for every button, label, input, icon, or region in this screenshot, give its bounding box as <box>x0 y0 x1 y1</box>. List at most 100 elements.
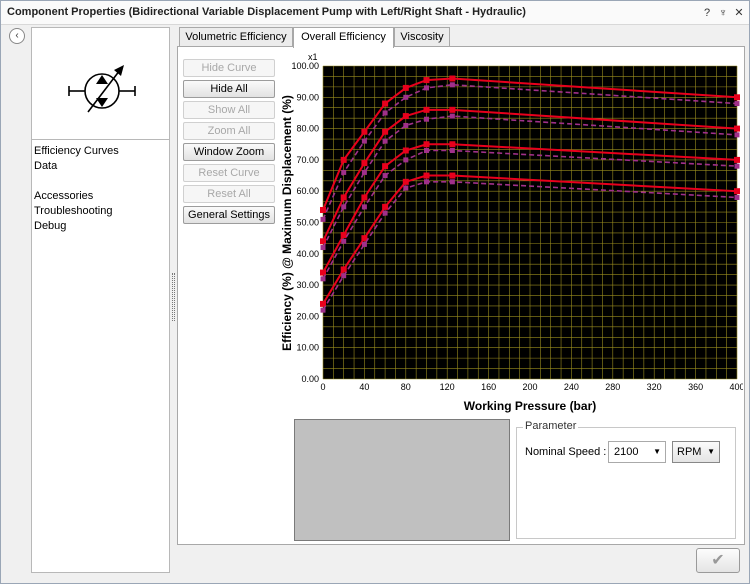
data-point[interactable] <box>424 85 429 91</box>
ok-button[interactable]: ✔ <box>696 548 740 573</box>
collapse-panel-icon[interactable]: ‹ <box>9 28 25 44</box>
data-point[interactable] <box>424 148 429 154</box>
nav-item-debug[interactable]: Debug <box>34 219 119 234</box>
data-point[interactable] <box>382 203 389 210</box>
data-point[interactable] <box>361 194 368 201</box>
data-point[interactable] <box>734 101 740 107</box>
nav-item-efficiency-curves[interactable]: Efficiency Curves <box>34 144 119 159</box>
tab-viscosity[interactable]: Viscosity <box>394 27 450 47</box>
nominal-speed-select[interactable]: 2100 ▼ <box>608 441 666 463</box>
speed-unit-select[interactable]: RPM ▼ <box>672 441 720 463</box>
data-point[interactable] <box>320 307 326 313</box>
y-tick-label: 0.00 <box>301 374 319 384</box>
data-point[interactable] <box>402 178 409 185</box>
data-point[interactable] <box>402 84 409 91</box>
data-point[interactable] <box>423 77 430 84</box>
data-point[interactable] <box>734 194 740 200</box>
chevron-down-icon: ▼ <box>707 447 715 456</box>
data-point[interactable] <box>361 128 368 135</box>
data-point[interactable] <box>341 204 347 210</box>
data-point[interactable] <box>382 173 388 179</box>
data-point[interactable] <box>734 125 740 132</box>
data-point[interactable] <box>361 204 367 210</box>
y-tick-label: 80.00 <box>296 124 319 134</box>
data-point[interactable] <box>734 188 740 195</box>
data-point[interactable] <box>382 163 389 170</box>
chevron-down-icon: ▼ <box>653 447 661 456</box>
efficiency-chart[interactable]: x1 0 40 80 120 160 200 240 280 320 360 400 0.0010.… <box>278 49 743 413</box>
close-icon[interactable]: ✕ <box>731 5 747 21</box>
zoom-all-button[interactable]: Zoom All <box>183 122 275 140</box>
general-settings-button[interactable]: General Settings <box>183 206 275 224</box>
data-point[interactable] <box>449 148 455 154</box>
data-point[interactable] <box>403 94 409 100</box>
nominal-speed-value: 2100 <box>614 446 639 458</box>
data-point[interactable] <box>449 141 456 148</box>
tab-overall-efficiency[interactable]: Overall Efficiency <box>293 27 394 48</box>
data-point[interactable] <box>340 194 347 201</box>
y-axis-label: Efficiency (%) @ Maximum Displacement (%… <box>280 95 294 351</box>
y-tick-label: 50.00 <box>296 218 319 228</box>
data-point[interactable] <box>382 100 389 107</box>
data-point[interactable] <box>734 163 740 169</box>
data-point[interactable] <box>320 206 326 213</box>
data-point[interactable] <box>402 147 409 154</box>
x-tick-label: 80 <box>401 382 411 392</box>
data-point[interactable] <box>320 245 326 251</box>
pin-icon[interactable]: ♆ <box>715 5 731 21</box>
data-point[interactable] <box>423 141 430 148</box>
hide-curve-button[interactable]: Hide Curve <box>183 59 275 77</box>
curve-preview-box <box>294 419 510 541</box>
left-panel: Efficiency Curves Data Accessories Troub… <box>31 27 170 573</box>
data-point[interactable] <box>382 128 389 135</box>
data-point[interactable] <box>341 273 347 279</box>
data-point[interactable] <box>423 106 430 113</box>
data-point[interactable] <box>449 82 455 88</box>
data-point[interactable] <box>382 110 388 116</box>
data-point[interactable] <box>402 113 409 120</box>
data-point[interactable] <box>449 75 456 82</box>
y-tick-label: 60.00 <box>296 186 319 196</box>
nav-item-data[interactable]: Data <box>34 159 119 174</box>
y-tick-label: 10.00 <box>296 343 319 353</box>
x-axis-label: Working Pressure (bar) <box>464 399 596 413</box>
data-point[interactable] <box>734 132 740 138</box>
data-point[interactable] <box>361 169 367 175</box>
data-point[interactable] <box>403 157 409 163</box>
data-point[interactable] <box>424 116 429 122</box>
data-point[interactable] <box>403 185 409 191</box>
data-point[interactable] <box>734 156 740 163</box>
nav-item-troubleshooting[interactable]: Troubleshooting <box>34 204 119 219</box>
data-point[interactable] <box>340 156 347 163</box>
data-point[interactable] <box>734 94 740 101</box>
data-point[interactable] <box>361 241 367 247</box>
reset-all-button[interactable]: Reset All <box>183 185 275 203</box>
data-point[interactable] <box>382 210 388 216</box>
data-point[interactable] <box>424 179 429 185</box>
data-point[interactable] <box>449 172 456 179</box>
tab-volumetric-efficiency[interactable]: Volumetric Efficiency <box>179 27 293 47</box>
title-bar: Component Properties (Bidirectional Vari… <box>1 1 749 25</box>
data-point[interactable] <box>449 106 456 113</box>
panel-splitter[interactable] <box>172 273 175 321</box>
data-point[interactable] <box>341 238 347 244</box>
nav-item-accessories[interactable]: Accessories <box>34 189 119 204</box>
data-point[interactable] <box>423 172 430 179</box>
hide-all-button[interactable]: Hide All <box>183 80 275 98</box>
data-point[interactable] <box>320 216 326 222</box>
data-point[interactable] <box>340 232 347 239</box>
data-point[interactable] <box>361 138 367 144</box>
window-zoom-button[interactable]: Window Zoom <box>183 143 275 161</box>
data-point[interactable] <box>341 169 347 175</box>
data-point[interactable] <box>403 122 409 128</box>
show-all-button[interactable]: Show All <box>183 101 275 119</box>
data-point[interactable] <box>361 160 368 167</box>
data-point[interactable] <box>320 276 326 282</box>
reset-curve-button[interactable]: Reset Curve <box>183 164 275 182</box>
x-tick-labels: 0 40 80 120 160 200 240 280 320 360 400 <box>320 382 743 392</box>
data-point[interactable] <box>449 179 455 185</box>
x-tick-label: 400 <box>729 382 743 392</box>
help-icon[interactable]: ? <box>699 5 715 21</box>
data-point[interactable] <box>449 113 455 119</box>
data-point[interactable] <box>382 138 388 144</box>
